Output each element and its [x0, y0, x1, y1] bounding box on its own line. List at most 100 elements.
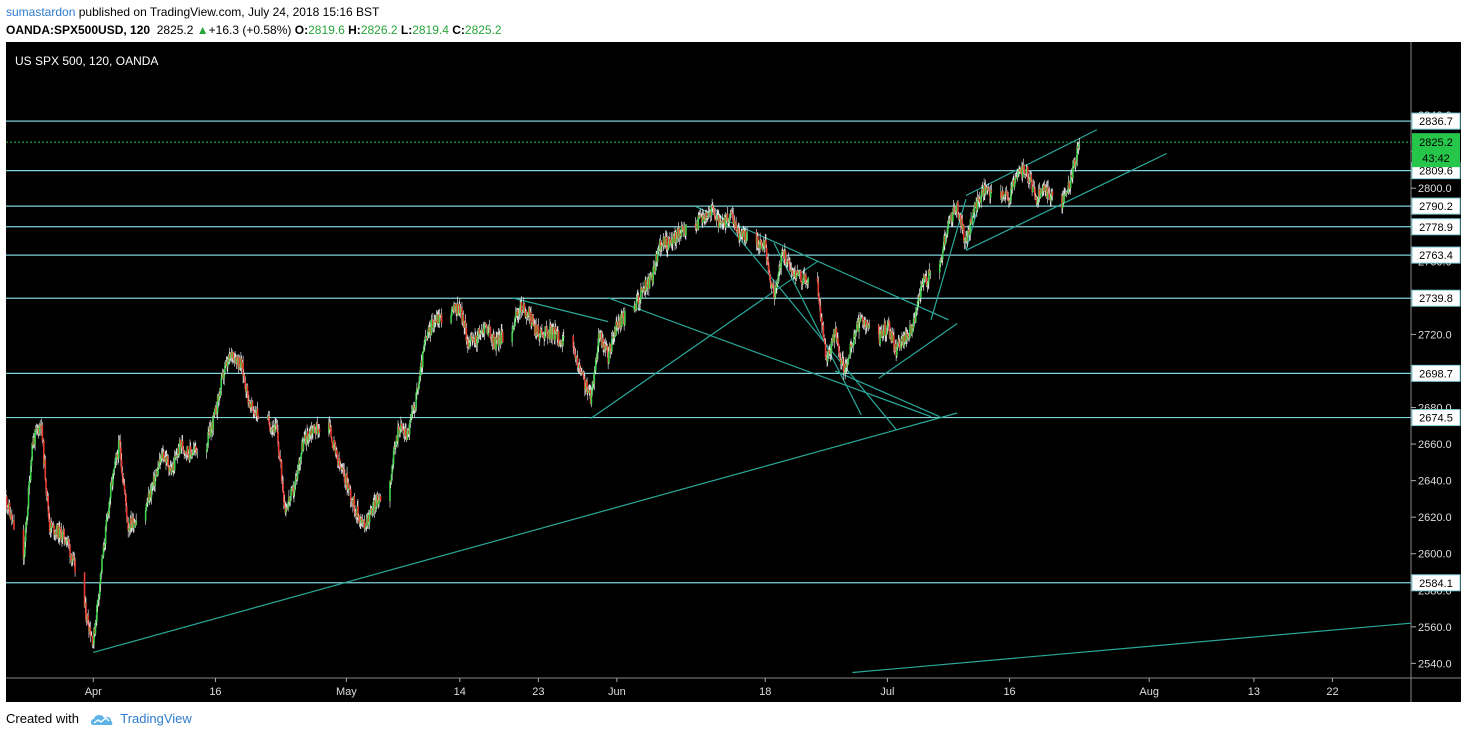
candle-body: [296, 469, 299, 480]
candle-body: [41, 424, 44, 441]
candle-body: [430, 319, 433, 335]
candle-body: [708, 213, 711, 215]
candle-body: [113, 467, 116, 470]
candle-body: [246, 385, 249, 392]
candle-body: [990, 190, 993, 192]
candle-body: [220, 378, 223, 389]
y-tick-label: 2600.0: [1418, 549, 1452, 561]
candle-body: [312, 429, 314, 434]
y-tick-label: 2620.0: [1418, 512, 1452, 524]
candle-body: [125, 505, 128, 517]
y-tick-label: 2800.0: [1418, 183, 1452, 195]
candle-body: [256, 408, 259, 417]
chart-header: sumastardon published on TradingView.com…: [6, 3, 1461, 39]
publish-info: published on TradingView.com, July 24, 2…: [78, 5, 380, 19]
candle-body: [179, 439, 182, 444]
candle-body: [917, 299, 920, 301]
x-tick-label: Aug: [1139, 686, 1159, 698]
time-axis[interactable]: [6, 678, 1461, 702]
tradingview-brand-link[interactable]: TradingView: [120, 711, 192, 726]
candle-body: [44, 459, 47, 480]
level-price-label: 2698.7: [1419, 368, 1453, 380]
candle-body: [501, 331, 504, 343]
candle-body: [929, 272, 932, 275]
x-tick-label: 23: [532, 686, 544, 698]
high-label: H:: [348, 23, 361, 37]
candle-body: [909, 325, 911, 338]
change-value: +16.3 (+0.58%): [208, 23, 292, 37]
chart-title: US SPX 500, 120, OANDA: [15, 54, 158, 68]
price-chart[interactable]: 2540.02560.02580.02600.02620.02640.02660…: [6, 42, 1461, 702]
candle-body: [454, 303, 457, 307]
level-price-label: 2790.2: [1419, 201, 1453, 213]
countdown-label: 43:42: [1422, 153, 1450, 165]
candle-body: [302, 441, 305, 450]
candle-body: [440, 314, 443, 323]
x-tick-label: Apr: [85, 686, 102, 698]
candle-body: [277, 442, 280, 453]
candle-body: [1078, 143, 1081, 145]
candle-body: [347, 482, 350, 489]
candle-body: [800, 270, 802, 282]
candle-body: [109, 483, 112, 499]
level-price-label: 2763.4: [1419, 250, 1453, 262]
candle-body: [941, 251, 944, 260]
candle-body: [434, 321, 437, 323]
candle-body: [213, 409, 216, 416]
candle-body: [837, 338, 839, 344]
x-tick-label: 16: [209, 686, 221, 698]
candle-body: [868, 324, 871, 328]
publish-line: sumastardon published on TradingView.com…: [6, 3, 1461, 21]
candle-body: [824, 344, 827, 357]
candle-body: [363, 520, 366, 530]
candle-body: [898, 342, 901, 348]
level-price-label: 2739.8: [1419, 293, 1453, 305]
candle-body: [847, 359, 849, 365]
y-tick-label: 2660.0: [1418, 439, 1452, 451]
candle-body: [330, 426, 332, 438]
y-tick-label: 2720.0: [1418, 329, 1452, 341]
x-tick-label: 22: [1326, 686, 1338, 698]
candle-body: [830, 341, 833, 353]
candle-body: [746, 231, 748, 240]
level-price-label: 2809.6: [1419, 166, 1453, 178]
level-price-label: 2836.7: [1419, 116, 1453, 128]
y-tick-label: 2560.0: [1418, 622, 1452, 634]
open-value: 2819.6: [308, 23, 345, 37]
candle-body: [336, 449, 338, 455]
candle-body: [624, 310, 626, 325]
author-link[interactable]: sumastardon: [6, 5, 75, 19]
y-tick-label: 2540.0: [1418, 658, 1452, 670]
candle-body: [882, 330, 885, 337]
candle-body: [74, 560, 76, 573]
candle-body: [144, 510, 147, 521]
close-label: C:: [452, 23, 465, 37]
level-price-label: 2674.5: [1419, 413, 1453, 425]
tradingview-cloud-icon: [90, 714, 112, 725]
candle-body: [978, 199, 981, 202]
candle-body: [1074, 164, 1077, 168]
candle-body: [511, 331, 513, 343]
candle-body: [652, 267, 655, 283]
level-price-label: 2778.9: [1419, 222, 1453, 234]
candle-body: [608, 351, 610, 364]
x-tick-label: Jul: [880, 686, 894, 698]
candle-body: [405, 428, 407, 438]
open-label: O:: [294, 23, 309, 37]
candle-body: [13, 520, 15, 530]
high-value: 2826.2: [360, 23, 398, 37]
candle-body: [45, 479, 47, 489]
symbol-label: OANDA:SPX500USD, 120: [6, 23, 151, 37]
candle-body: [685, 224, 687, 236]
candle-body: [848, 357, 850, 360]
candle-body: [379, 495, 382, 502]
candle-body: [784, 250, 787, 264]
candle-body: [105, 519, 108, 527]
candle-body: [330, 437, 333, 442]
candle-body: [290, 488, 292, 497]
candle-body: [30, 460, 33, 466]
low-label: L:: [400, 23, 413, 37]
candle-body: [955, 205, 958, 212]
candle-body: [795, 275, 798, 279]
x-tick-label: May: [336, 686, 357, 698]
